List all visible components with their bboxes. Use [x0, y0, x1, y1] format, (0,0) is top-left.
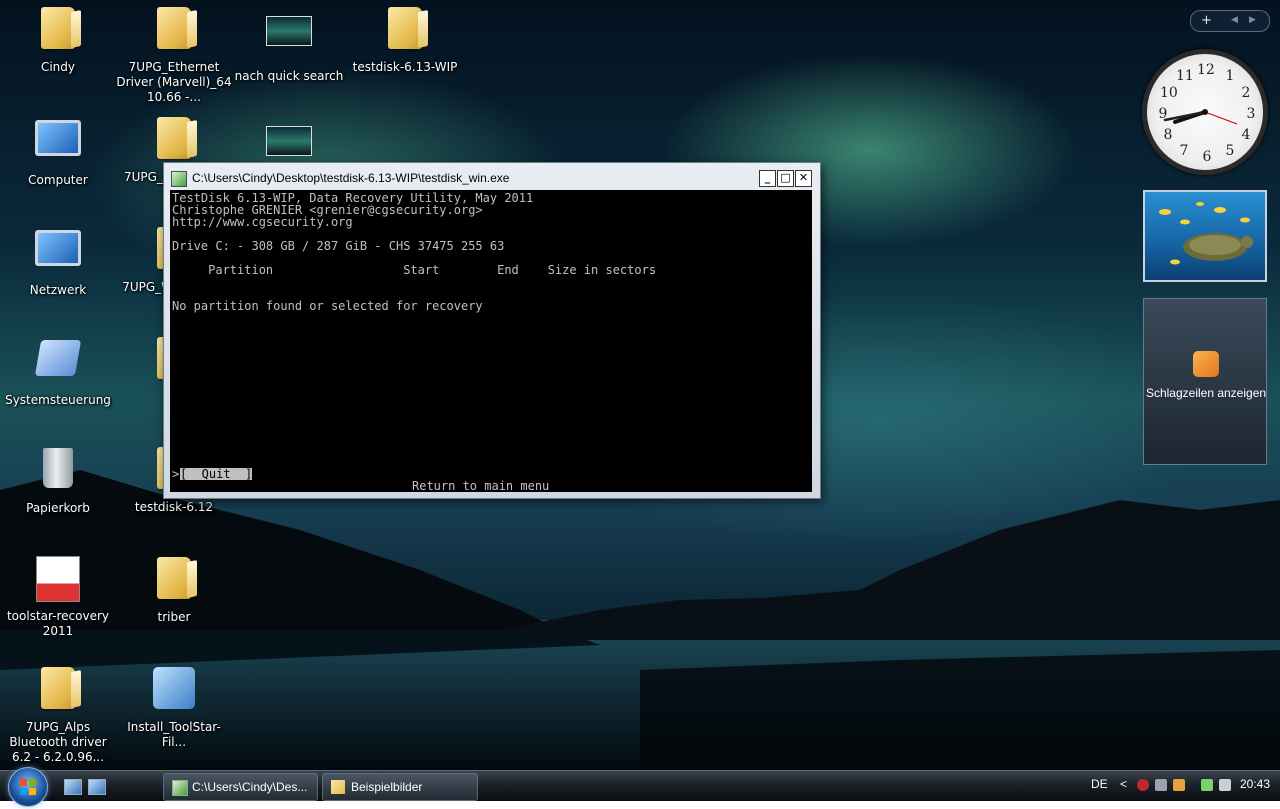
close-button[interactable]: ✕: [795, 170, 812, 187]
sea-turtle-photo: [1159, 202, 1253, 265]
desktop-icon-alps-bluetooth[interactable]: 7UPG_Alps Bluetooth driver 6.2 - 6.2.0.9…: [0, 664, 116, 765]
battery-icon[interactable]: [1201, 779, 1213, 791]
add-gadget-button[interactable]: +: [1201, 12, 1212, 29]
taskbar-button-label: Beispielbilder: [351, 780, 423, 794]
language-indicator[interactable]: DE: [1091, 777, 1108, 791]
previous-page-button[interactable]: ◀: [1231, 12, 1238, 29]
console-line-url: http://www.cgsecurity.org: [172, 215, 353, 229]
desktop-icon-netzwerk[interactable]: Netzwerk: [0, 224, 116, 298]
taskbar: C:\Users\Cindy\Des... Beispielbilder DE …: [0, 767, 1280, 807]
desktop-icon-papierkorb[interactable]: Papierkorb: [0, 444, 116, 516]
console-output[interactable]: TestDisk 6.13-WIP, Data Recovery Utility…: [170, 190, 812, 492]
computer-icon: [35, 120, 81, 156]
desktop-icon-ethernet-driver[interactable]: 7UPG_Ethernet Driver (Marvell)_64 10.66 …: [116, 4, 232, 105]
security-shield-icon[interactable]: [1137, 779, 1149, 791]
desktop-icon-label: triber: [157, 610, 191, 624]
folder-icon: [41, 667, 75, 709]
windows-logo-icon: [20, 779, 36, 795]
partition-table-header: Partition Start End Size in sectors: [172, 263, 657, 277]
software-box-icon: [36, 556, 80, 602]
console-app-icon: [171, 171, 187, 187]
tools-tray-icon[interactable]: [1173, 779, 1185, 791]
console-line-message: No partition found or selected for recov…: [172, 299, 483, 313]
recycle-bin-icon: [43, 448, 73, 488]
quit-button[interactable]: [ Quit ]: [180, 468, 253, 480]
desktop-icon-toolstar-recovery[interactable]: toolstar-recovery 2011: [0, 554, 116, 639]
console-hint: Return to main menu: [412, 479, 550, 493]
taskbar-button-console[interactable]: C:\Users\Cindy\Des...: [163, 773, 318, 801]
folder-icon: [157, 557, 191, 599]
folder-icon: [388, 7, 422, 49]
window-titlebar[interactable]: C:\Users\Cindy\Desktop\testdisk-6.13-WIP…: [168, 169, 816, 187]
desktop-icon-label: testdisk-6.13-WIP: [352, 60, 458, 74]
desktop-icon-computer[interactable]: Computer: [0, 114, 116, 188]
desktop-icon-nach-quick-search[interactable]: nach quick search: [231, 4, 347, 84]
desktop-icon-label: nach quick search: [234, 69, 344, 83]
desktop-icon-label: 7UPG_Alps Bluetooth driver 6.2 - 6.2.0.9…: [9, 720, 107, 764]
desktop-icon-testdisk-613[interactable]: testdisk-6.13-WIP: [347, 4, 463, 75]
desktop-icon-label: Computer: [28, 173, 88, 187]
network-icon: [35, 230, 81, 266]
image-file-icon: [266, 126, 312, 156]
show-headlines-link[interactable]: Schlagzeilen anzeigen: [1144, 386, 1268, 400]
next-page-button[interactable]: ▶: [1249, 12, 1256, 29]
clock-gadget[interactable]: 12 1 2 3 4 5 6 7 8 9 10 11: [1142, 49, 1268, 175]
maximize-button[interactable]: □: [777, 170, 794, 187]
desktop-icon-label: Systemsteuerung: [5, 393, 111, 407]
desktop-icon-install-toolstar[interactable]: Install_ToolStar-Fil...: [116, 664, 232, 750]
switch-windows-icon[interactable]: [88, 779, 106, 795]
desktop-icon-label: toolstar-recovery 2011: [6, 609, 110, 638]
start-button[interactable]: [8, 767, 48, 807]
folder-icon: [157, 117, 191, 159]
console-line-drive: Drive C: - 308 GB / 287 GiB - CHS 37475 …: [172, 239, 505, 253]
window-title: C:\Users\Cindy\Desktop\testdisk-6.13-WIP…: [192, 171, 510, 185]
taskbar-button-beispielbilder[interactable]: Beispielbilder: [322, 773, 478, 801]
installer-icon: [153, 667, 195, 709]
desktop: Cindy 7UPG_Ethernet Driver (Marvell)_64 …: [0, 0, 1280, 770]
clock-hands: [1163, 109, 1238, 125]
volume-icon[interactable]: [1219, 779, 1231, 791]
feed-headlines-gadget[interactable]: Schlagzeilen anzeigen: [1143, 298, 1267, 465]
taskbar-button-label: C:\Users\Cindy\Des...: [192, 780, 308, 794]
testdisk-console-window[interactable]: C:\Users\Cindy\Desktop\testdisk-6.13-WIP…: [163, 162, 821, 499]
rss-icon: [1193, 351, 1219, 377]
desktop-icon-label: testdisk-6.12: [134, 500, 214, 514]
desktop-icon-label: Netzwerk: [29, 283, 87, 297]
user-folder-icon: [41, 7, 75, 49]
image-file-icon: [266, 16, 312, 46]
desktop-icon-label: Cindy: [40, 60, 76, 74]
desktop-icon-label: 7UPG_Ethernet Driver (Marvell)_64 10.66 …: [116, 60, 232, 104]
folder-icon: [331, 780, 345, 794]
control-panel-icon: [34, 340, 82, 376]
sidebar-controls: + ◀ ▶: [1190, 10, 1270, 32]
clock-time[interactable]: 20:43: [1240, 777, 1270, 791]
desktop-icon-label: Install_ToolStar-Fil...: [127, 720, 221, 749]
desktop-icon-triber[interactable]: triber: [116, 554, 232, 625]
show-desktop-icon[interactable]: [64, 779, 82, 795]
console-app-icon: [172, 780, 188, 796]
desktop-icon-systemsteuerung[interactable]: Systemsteuerung: [0, 334, 116, 408]
desktop-icon-label: Papierkorb: [26, 501, 90, 515]
slideshow-gadget[interactable]: [1143, 190, 1267, 282]
network-tray-icon[interactable]: [1155, 779, 1167, 791]
minimize-button[interactable]: _: [759, 170, 776, 187]
folder-icon: [157, 7, 191, 49]
show-hidden-icons-button[interactable]: <: [1120, 777, 1127, 791]
desktop-icon-cindy[interactable]: Cindy: [0, 4, 116, 75]
quit-prefix: >: [172, 467, 180, 481]
